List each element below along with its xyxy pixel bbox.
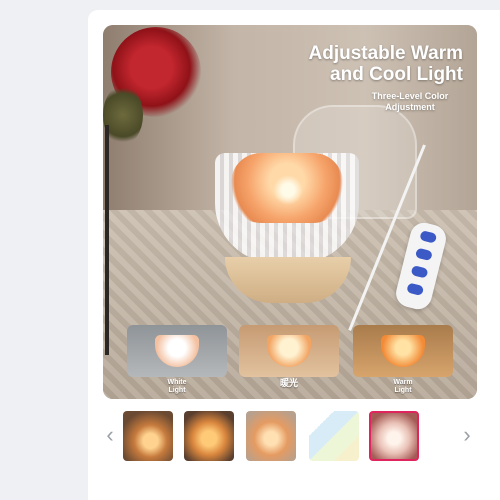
variant-lamp: [267, 335, 311, 367]
thumbnail-4[interactable]: [309, 411, 359, 461]
lamp-glow: [273, 175, 303, 205]
variant-label-warm-glow: 暖光: [239, 378, 339, 388]
variant-label-line: Light: [168, 387, 186, 394]
remote-button: [419, 230, 438, 244]
variant-label-white: White Light: [127, 379, 227, 395]
color-variants: White Light 暖光 Warm Light: [127, 325, 453, 394]
thumbnail-3[interactable]: [246, 411, 296, 461]
thumbnail-1[interactable]: [123, 411, 173, 461]
chevron-left-icon[interactable]: ‹: [100, 423, 120, 447]
variant-label-line: 暖光: [279, 378, 298, 388]
remote-button: [410, 265, 429, 279]
variant-label-line: White: [167, 379, 187, 386]
variant-warm-light-image: [353, 325, 453, 377]
variant-label-line: Light: [394, 387, 412, 394]
main-product-image[interactable]: Adjustable Warm and Cool Light Three-Lev…: [103, 25, 477, 399]
variant-lamp: [381, 335, 425, 367]
variant-white-light-image: [127, 325, 227, 377]
headline: Adjustable Warm and Cool Light: [309, 43, 464, 85]
headline-line: Adjustable Warm: [308, 43, 464, 64]
headline-line: and Cool Light: [330, 64, 463, 85]
subheadline: Three-Level Color Adjustment: [355, 91, 465, 113]
remote-button: [406, 282, 425, 297]
subheadline-line: Three-Level Color: [371, 91, 449, 101]
variant-label-warm: Warm Light: [353, 379, 453, 395]
subheadline-line: Adjustment: [385, 102, 435, 112]
variant-warm-glow-image: [239, 325, 339, 377]
variant-label-line: Warm: [393, 379, 413, 386]
chevron-right-icon[interactable]: ›: [457, 423, 477, 447]
leaf-decoration: [103, 85, 143, 145]
thumbnail-2[interactable]: [184, 411, 234, 461]
remote-button: [414, 247, 433, 262]
variant-lamp: [155, 335, 199, 367]
thumbnail-5-selected[interactable]: [369, 411, 419, 461]
lamp-stand-decoration: [105, 125, 109, 355]
